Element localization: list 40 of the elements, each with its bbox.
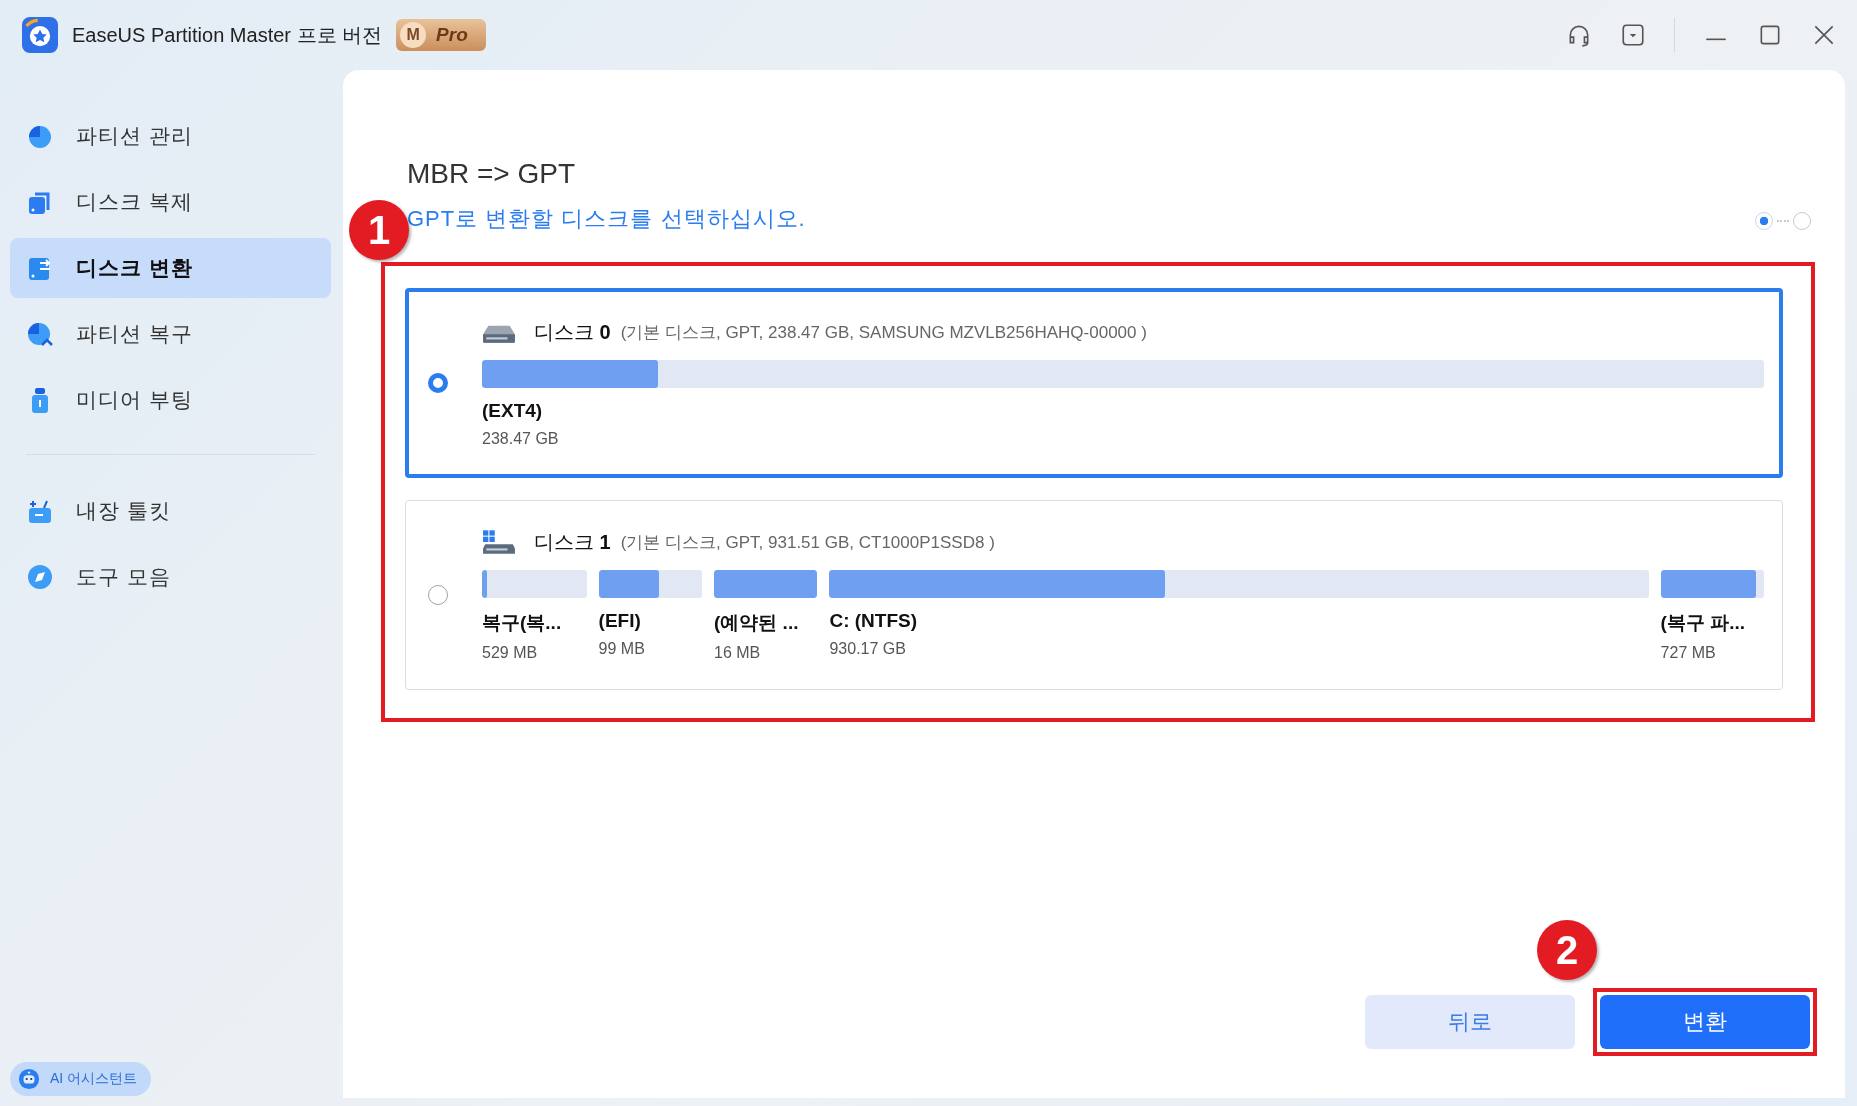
dropdown-icon[interactable] <box>1620 22 1646 48</box>
sidebar-item[interactable]: 파티션 복구 <box>10 304 331 364</box>
compass-icon <box>26 563 54 591</box>
convert-button[interactable]: 변환 <box>1600 995 1810 1049</box>
partition-size: 529 MB <box>482 643 539 662</box>
sidebar-item[interactable]: 디스크 복제 <box>10 172 331 232</box>
recovery-icon <box>26 320 54 348</box>
partition-name: (EFI) <box>598 609 642 632</box>
disk-name: 디스크 1 <box>534 529 611 555</box>
disk-details: (기본 디스크, GPT, 238.47 GB, SAMSUNG MZVLB256HAHQ-00000 ) <box>620 321 1147 344</box>
sidebar-item[interactable]: 파티션 관리 <box>10 106 331 166</box>
pro-badge: M Pro <box>396 19 486 51</box>
partition-name: (예약된 ... <box>714 610 800 635</box>
radio-button[interactable] <box>428 373 448 393</box>
windows-drive-icon <box>482 529 516 555</box>
instruction-text: GPT로 변환할 디스크를 선택하십시오. <box>407 205 806 233</box>
disk-card[interactable]: 디스크 1 (기본 디스크, GPT, 931.51 GB, CT1000P1SSD8 ) 복구(복... 529 MB (EFI) 99 MB (예약된 ... 16 MB C: (NTFS) 930.17 GB (복구 파... 727 MB <box>405 500 1783 690</box>
partition-size: 930.17 GB <box>829 639 907 658</box>
disk-details: (기본 디스크, GPT, 931.51 GB, CT1000P1SSD8 ) <box>620 531 995 554</box>
partition-size: 238.47 GB <box>482 429 560 448</box>
disk-card[interactable]: 디스크 0 (기본 디스크, GPT, 238.47 GB, SAMSUNG MZVLB256HAHQ-00000 ) (EXT4) 238.47 GB <box>405 288 1783 478</box>
page-title: MBR => GPT <box>407 158 577 190</box>
ai-assistant-button[interactable]: AI 어시스턴트 <box>10 1062 152 1096</box>
partition-name: C: (NTFS) <box>829 609 919 632</box>
window-title: EaseUS Partition Master 프로 버전 <box>72 22 383 48</box>
robot-icon <box>18 1068 40 1090</box>
partition-name: 복구(복... <box>482 610 563 635</box>
partition-name: (복구 파... <box>1660 610 1747 635</box>
sidebar-item[interactable]: 미디어 부팅 <box>10 370 331 430</box>
partition-size: 99 MB <box>598 639 646 658</box>
app-logo-icon <box>22 17 58 53</box>
step-number-badge: 2 <box>1537 920 1597 980</box>
disk-name: 디스크 0 <box>534 319 611 345</box>
sidebar-item[interactable]: 내장 툴킷 <box>10 481 331 541</box>
partition-size: 16 MB <box>714 643 762 662</box>
sidebar-item[interactable]: 도구 모음 <box>10 547 331 607</box>
partition-size: 727 MB <box>1660 643 1717 662</box>
partition-name: (EXT4) <box>482 399 544 422</box>
sidebar-item[interactable]: 디스크 변환 <box>10 238 331 298</box>
step-number-badge: 1 <box>349 200 409 260</box>
